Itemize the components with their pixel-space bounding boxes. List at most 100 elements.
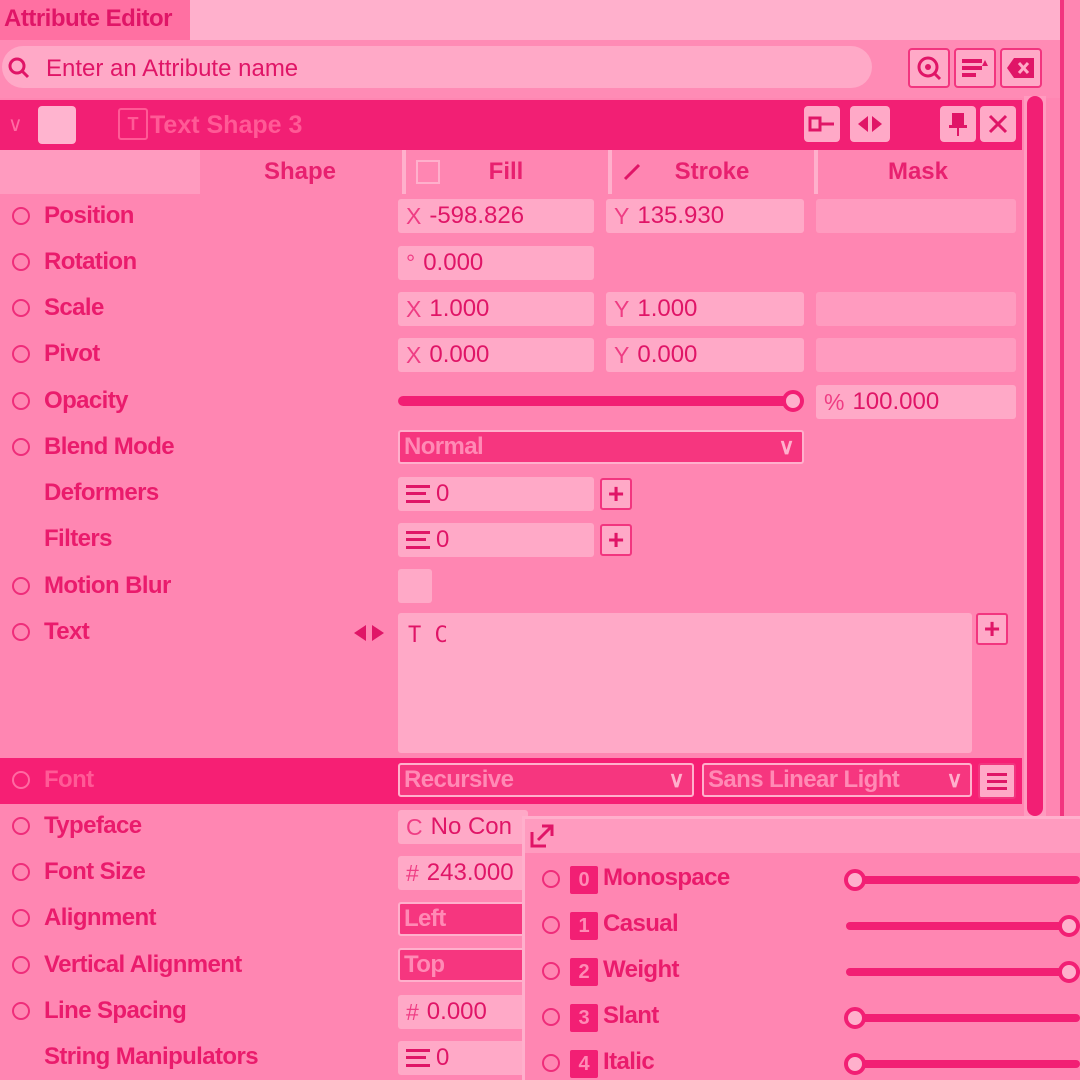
font-style-dropdown[interactable]: Sans Linear Light ∨ bbox=[702, 763, 972, 797]
opacity-slider-knob[interactable] bbox=[782, 390, 804, 412]
collapse-chevron-icon[interactable]: ∨ bbox=[8, 112, 23, 137]
tab-mask-label: Mask bbox=[887, 158, 949, 185]
menu-icon bbox=[987, 773, 1007, 790]
axis-slider[interactable] bbox=[846, 1014, 1080, 1022]
typeface-value: No Con bbox=[430, 813, 512, 840]
line-spacing-field[interactable]: # 0.000 bbox=[398, 995, 528, 1029]
axis-slider[interactable] bbox=[846, 1060, 1080, 1068]
opacity-field[interactable]: % 100.000 bbox=[816, 385, 1016, 419]
pivot-z-field[interactable] bbox=[816, 338, 1016, 372]
axis-slider[interactable] bbox=[846, 876, 1080, 884]
window-title: Attribute Editor bbox=[4, 5, 172, 32]
title-strip bbox=[190, 0, 1060, 40]
tab-shape[interactable]: Shape bbox=[200, 150, 400, 194]
typeface-field[interactable]: C No Con bbox=[398, 810, 528, 844]
filters-field[interactable]: 0 bbox=[398, 523, 594, 557]
add-deformer-button[interactable]: + bbox=[600, 478, 632, 510]
backspace-icon bbox=[1007, 58, 1034, 78]
opacity-slider[interactable] bbox=[398, 390, 804, 412]
keyframe-dot[interactable] bbox=[542, 916, 560, 934]
detach-popup-icon[interactable] bbox=[528, 822, 556, 850]
axis-slider[interactable] bbox=[846, 922, 1080, 930]
keyframe-dot[interactable] bbox=[12, 817, 30, 835]
blend-mode-label: Blend Mode bbox=[44, 433, 175, 460]
rotation-label: Rotation bbox=[44, 248, 137, 275]
text-type-icon: T bbox=[118, 108, 148, 140]
position-x-field[interactable]: X -598.826 bbox=[398, 199, 594, 233]
keyframe-dot[interactable] bbox=[12, 392, 30, 410]
find-button[interactable] bbox=[908, 48, 950, 88]
keyframe-dot[interactable] bbox=[12, 863, 30, 881]
filters-count: 0 bbox=[436, 526, 450, 553]
pin-icon bbox=[949, 113, 967, 136]
link-button[interactable] bbox=[804, 106, 840, 142]
vertical-alignment-dropdown[interactable]: Top bbox=[398, 948, 528, 982]
item-color-swatch[interactable] bbox=[38, 106, 76, 144]
keyframe-dot[interactable] bbox=[12, 956, 30, 974]
deformers-label: Deformers bbox=[44, 479, 159, 506]
deformers-field[interactable]: 0 bbox=[398, 477, 594, 511]
keyframe-dot[interactable] bbox=[12, 1002, 30, 1020]
close-item-button[interactable] bbox=[980, 106, 1016, 142]
stroke-icon bbox=[623, 163, 641, 181]
tab-stroke[interactable]: Stroke bbox=[612, 150, 812, 194]
rotation-field[interactable]: ° 0.000 bbox=[398, 246, 594, 280]
search-input[interactable]: Enter an Attribute name bbox=[2, 46, 872, 88]
line-spacing-label: Line Spacing bbox=[44, 997, 187, 1024]
axis-slider-knob[interactable] bbox=[844, 1007, 866, 1029]
add-text-button[interactable]: + bbox=[976, 613, 1008, 645]
scale-y-value: 1.000 bbox=[637, 295, 698, 322]
add-filter-button[interactable]: + bbox=[600, 524, 632, 556]
font-size-label: Font Size bbox=[44, 858, 146, 885]
keyframe-dot[interactable] bbox=[12, 577, 30, 595]
axis-slider-knob[interactable] bbox=[844, 869, 866, 891]
string-manipulators-field[interactable]: 0 bbox=[398, 1041, 528, 1075]
font-family-dropdown[interactable]: Recursive ∨ bbox=[398, 763, 694, 797]
axis-slider[interactable] bbox=[846, 968, 1080, 976]
font-size-field[interactable]: # 243.000 bbox=[398, 856, 528, 890]
keyframe-nav-button[interactable] bbox=[850, 106, 890, 142]
pin-button[interactable] bbox=[940, 106, 976, 142]
title-bar: Attribute Editor bbox=[0, 0, 190, 40]
motion-blur-checkbox[interactable] bbox=[398, 569, 432, 603]
keyframe-dot[interactable] bbox=[12, 253, 30, 271]
keyframe-dot[interactable] bbox=[12, 438, 30, 456]
axis-slider-knob[interactable] bbox=[1058, 961, 1080, 983]
text-content-area[interactable]: T C bbox=[398, 613, 972, 753]
keyframe-dot[interactable] bbox=[542, 1008, 560, 1026]
scale-y-field[interactable]: Y 1.000 bbox=[606, 292, 804, 326]
pivot-x-field[interactable]: X 0.000 bbox=[398, 338, 594, 372]
keyframe-nav-icon[interactable] bbox=[348, 622, 390, 644]
scale-z-field[interactable] bbox=[816, 292, 1016, 326]
keyframe-dot[interactable] bbox=[12, 345, 30, 363]
close-icon bbox=[988, 114, 1008, 134]
font-axes-button[interactable] bbox=[978, 763, 1016, 799]
position-z-field[interactable] bbox=[816, 199, 1016, 233]
filter-options-button[interactable] bbox=[954, 48, 996, 88]
filter-list-icon bbox=[962, 59, 988, 77]
axis-slider-knob[interactable] bbox=[1058, 915, 1080, 937]
alignment-dropdown[interactable]: Left bbox=[398, 902, 528, 936]
keyframe-dot[interactable] bbox=[12, 207, 30, 225]
number-prefix: # bbox=[406, 998, 419, 1025]
keyframe-dot[interactable] bbox=[12, 299, 30, 317]
axis-slider-knob[interactable] bbox=[844, 1053, 866, 1075]
tab-mask[interactable]: Mask bbox=[818, 150, 1018, 194]
pivot-y-field[interactable]: Y 0.000 bbox=[606, 338, 804, 372]
keyframe-dot[interactable] bbox=[542, 1054, 560, 1072]
keyframe-dot[interactable] bbox=[12, 909, 30, 927]
keyframe-dot[interactable] bbox=[12, 623, 30, 641]
font-style-value: Sans Linear Light bbox=[708, 766, 900, 793]
popup-header bbox=[525, 819, 1080, 853]
tab-fill[interactable]: Fill bbox=[406, 150, 606, 194]
clear-search-button[interactable] bbox=[1000, 48, 1042, 88]
list-icon bbox=[406, 1049, 430, 1067]
deformers-count: 0 bbox=[436, 480, 450, 507]
keyframe-dot[interactable] bbox=[542, 870, 560, 888]
keyframe-dot[interactable] bbox=[12, 771, 30, 789]
scrollbar-thumb[interactable] bbox=[1027, 96, 1043, 816]
blend-mode-dropdown[interactable]: Normal ∨ bbox=[398, 430, 804, 464]
scale-x-field[interactable]: X 1.000 bbox=[398, 292, 594, 326]
keyframe-dot[interactable] bbox=[542, 962, 560, 980]
position-y-field[interactable]: Y 135.930 bbox=[606, 199, 804, 233]
